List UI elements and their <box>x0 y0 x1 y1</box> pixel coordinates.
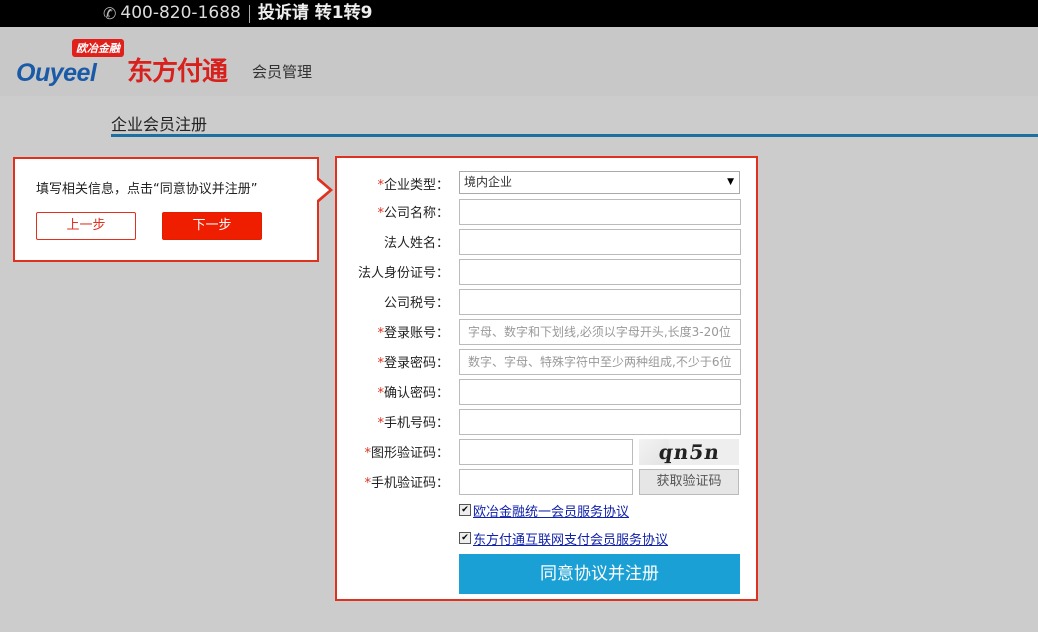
header: 欧冶金融 Ouyeel 东方付通 会员管理 <box>0 27 1038 96</box>
login-password-label: *登录密码： <box>377 352 449 371</box>
company-name-label: *公司名称： <box>377 202 449 221</box>
dropdown-arrow-icon: ▼ <box>727 177 734 187</box>
form-row-login-account: *登录账号： <box>337 319 756 345</box>
label-text: 手机验证码： <box>370 476 449 491</box>
get-sms-code-button[interactable]: 获取验证码 <box>639 469 739 495</box>
logo-badge: 欧冶金融 <box>72 39 124 57</box>
legal-id-label: 法人身份证号： <box>358 262 449 281</box>
form-row-captcha: *图形验证码： qn5n <box>337 439 756 465</box>
captcha-label: *图形验证码： <box>364 442 449 461</box>
login-password-input[interactable] <box>459 349 741 375</box>
tip-text: 填写相关信息，点击“同意协议并注册” <box>36 182 258 197</box>
label-text: 公司名称： <box>383 206 449 221</box>
company-type-label: *企业类型： <box>377 174 449 193</box>
label-text: 企业类型： <box>383 178 449 193</box>
agreement2-link[interactable]: 东方付通互联网支付会员服务协议 <box>473 529 668 548</box>
tax-number-input[interactable] <box>459 289 741 315</box>
hotline-number: 400-820-1688 <box>120 3 241 23</box>
form-row-company-name: *公司名称： <box>337 199 756 225</box>
login-account-label: *登录账号： <box>377 322 449 341</box>
label-text: 法人姓名： <box>383 236 449 251</box>
label-text: 图形验证码： <box>370 446 449 461</box>
label-text: 手机号码： <box>383 416 449 431</box>
form-row-mobile: *手机号码： <box>337 409 756 435</box>
legal-id-input[interactable] <box>459 259 741 285</box>
form-row-company-type: *企业类型： 境内企业 ▼ <box>337 171 756 197</box>
captcha-code: qn5n <box>657 440 722 464</box>
title-underline <box>111 134 1038 137</box>
phone-icon: ✆ <box>103 4 117 23</box>
logo[interactable]: 欧冶金融 Ouyeel 东方付通 会员管理 <box>16 39 316 89</box>
login-account-input[interactable] <box>459 319 741 345</box>
logo-ouyeel: Ouyeel <box>16 59 97 87</box>
form-row-confirm-password: *确认密码： <box>337 379 756 405</box>
captcha-image[interactable]: qn5n <box>639 439 739 465</box>
prev-step-button[interactable]: 上一步 <box>36 212 136 240</box>
form-row-login-password: *登录密码： <box>337 349 756 375</box>
legal-name-label: 法人姓名： <box>384 232 449 251</box>
label-text: 登录账号： <box>383 326 449 341</box>
mobile-input[interactable] <box>459 409 741 435</box>
top-bar: ✆ 400-820-1688 投诉请 转1转9 <box>0 0 1038 27</box>
page-title: 企业会员注册 <box>111 115 208 134</box>
agreement1-checkbox[interactable]: ✔ <box>459 504 471 516</box>
label-text: 确认密码： <box>383 386 449 401</box>
tip-arrow-fill <box>316 179 329 201</box>
label-text: 登录密码： <box>383 356 449 371</box>
form-row-legal-name: 法人姓名： <box>337 229 756 255</box>
logo-subtitle: 会员管理 <box>252 63 313 81</box>
tax-number-label: 公司税号： <box>384 292 449 311</box>
label-text: 公司税号： <box>383 296 449 311</box>
company-type-select[interactable]: 境内企业 ▼ <box>459 171 740 194</box>
agreement-row-1: ✔ 欧冶金融统一会员服务协议 <box>459 501 629 520</box>
confirm-password-input[interactable] <box>459 379 741 405</box>
selected-value: 境内企业 <box>464 175 513 189</box>
form-row-legal-id: 法人身份证号： <box>337 259 756 285</box>
agreement1-link[interactable]: 欧冶金融统一会员服务协议 <box>473 501 629 520</box>
mobile-label: *手机号码： <box>377 412 449 431</box>
agree-and-register-button[interactable]: 同意协议并注册 <box>459 554 740 594</box>
captcha-input[interactable] <box>459 439 633 465</box>
sms-code-label: *手机验证码： <box>364 472 449 491</box>
label-text: 法人身份证号： <box>357 266 449 281</box>
complaint-text: 投诉请 转1转9 <box>257 3 373 23</box>
company-name-input[interactable] <box>459 199 741 225</box>
hotline: ✆ 400-820-1688 投诉请 转1转9 <box>103 0 372 27</box>
step-tip-panel: 填写相关信息，点击“同意协议并注册” 上一步 下一步 <box>13 157 333 262</box>
sms-code-input[interactable] <box>459 469 633 495</box>
agreement2-checkbox[interactable]: ✔ <box>459 532 471 544</box>
agreement-row-2: ✔ 东方付通互联网支付会员服务协议 <box>459 529 668 548</box>
registration-form: *企业类型： 境内企业 ▼ *公司名称： 法人姓名： 法人身份证号： 公司税号：… <box>335 156 758 601</box>
legal-name-input[interactable] <box>459 229 741 255</box>
form-row-sms-code: *手机验证码： 获取验证码 <box>337 469 756 495</box>
form-row-tax-number: 公司税号： <box>337 289 756 315</box>
divider <box>248 4 250 23</box>
next-step-button[interactable]: 下一步 <box>162 212 262 240</box>
logo-brand: 东方付通 <box>127 57 228 87</box>
confirm-password-label: *确认密码： <box>377 382 449 401</box>
